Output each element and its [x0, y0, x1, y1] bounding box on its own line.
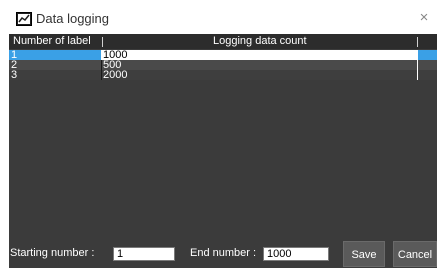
column-resize-handle[interactable] — [102, 37, 103, 47]
table-header: Number of label Logging data count — [9, 34, 437, 49]
column-header-label-number[interactable]: Number of label — [13, 35, 91, 47]
row-label-number: 1 — [11, 49, 18, 61]
end-number-input[interactable]: 1000 — [263, 247, 329, 261]
column-divider — [417, 70, 418, 80]
data-logging-app-icon — [16, 12, 32, 26]
row-data-count-field[interactable]: 1000 — [101, 50, 417, 61]
save-button[interactable]: Save — [343, 241, 385, 267]
end-number-label: End number : — [190, 247, 257, 259]
starting-number-label: Starting number : — [10, 247, 95, 259]
column-divider — [417, 50, 418, 60]
close-icon[interactable]: × — [413, 8, 435, 28]
column-divider — [417, 60, 418, 70]
table-body: 1 1000 2 500 3 2000 — [9, 49, 437, 81]
table-row[interactable]: 2 500 — [9, 59, 437, 71]
row-label-number: 3 — [11, 69, 18, 81]
window-title: Data logging — [36, 11, 109, 26]
dialog-footer: Starting number : 1 End number : 1000 Sa… — [9, 236, 437, 268]
row-label-number: 2 — [11, 59, 18, 71]
column-resize-handle[interactable] — [417, 37, 418, 47]
column-header-logging-data-count[interactable]: Logging data count — [213, 35, 307, 47]
title-bar: Data logging × — [0, 0, 437, 34]
row-data-count-field[interactable]: 2000 — [101, 70, 417, 81]
row-data-count-field[interactable]: 500 — [101, 60, 417, 71]
dialog-body: Number of label Logging data count 1 100… — [9, 34, 437, 268]
cancel-button[interactable]: Cancel — [393, 241, 437, 267]
starting-number-input[interactable]: 1 — [113, 247, 175, 261]
table-row[interactable]: 3 2000 — [9, 69, 437, 81]
table-row[interactable]: 1 1000 — [9, 49, 437, 61]
